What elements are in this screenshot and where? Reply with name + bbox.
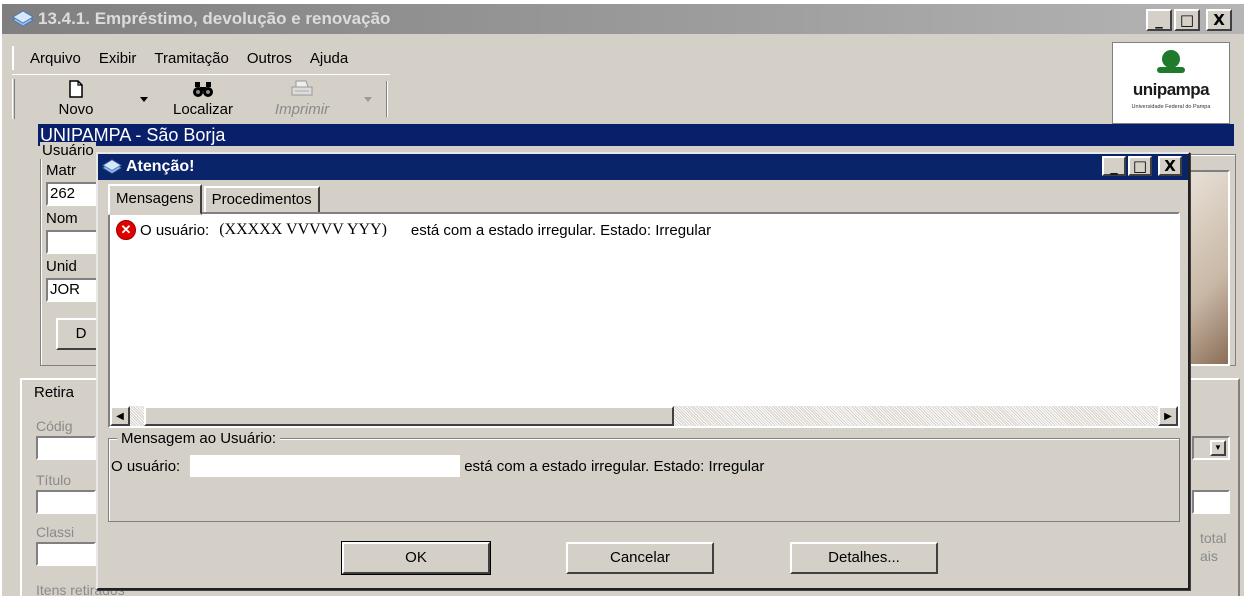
new-document-icon	[69, 80, 83, 98]
maximize-icon: □	[1132, 156, 1148, 175]
close-button[interactable]: X	[1206, 9, 1232, 31]
imprimir-dropdown-arrow[interactable]	[364, 97, 372, 102]
tais-label: ais	[1200, 548, 1218, 564]
scroll-right-button[interactable]: ▶	[1158, 406, 1178, 426]
dialog-minimize-button[interactable]: _	[1102, 156, 1126, 176]
message-prefix: O usuário:	[140, 221, 210, 239]
logo-subtitle: Universidade Federal do Pampa	[1131, 104, 1211, 110]
books-app-icon	[12, 10, 34, 27]
details-button[interactable]: Detalhes...	[790, 542, 938, 574]
redacted-user-name	[190, 455, 461, 477]
titulo-input[interactable]	[36, 490, 96, 514]
localizar-label: Localizar	[172, 101, 234, 118]
attention-dialog: Atenção! _ □ X Mensagens Procedimentos ✕…	[96, 152, 1190, 590]
menubar: Arquivo Exibir Tramitação Outros Ajuda	[12, 46, 350, 70]
usuario-legend: Usuário	[40, 142, 96, 159]
dialog-close-button[interactable]: X	[1158, 156, 1182, 176]
localizar-button[interactable]: Localizar	[158, 79, 248, 118]
matricula-label: Matr	[46, 162, 76, 179]
dialog-window-controls: _ □ X	[1102, 156, 1182, 176]
classificacao-input[interactable]	[36, 542, 96, 566]
dialog-maximize-button[interactable]: □	[1128, 156, 1152, 176]
unit-bar: UNIPAMPA - São Borja	[38, 124, 1234, 146]
retirada-tab[interactable]: Retira	[32, 384, 77, 401]
tree-logo-icon	[1157, 50, 1185, 73]
total-label: total	[1200, 530, 1227, 546]
ok-button[interactable]: OK	[341, 541, 491, 575]
imprimir-label: Imprimir	[274, 101, 330, 118]
maximize-button[interactable]: □	[1174, 9, 1200, 31]
message-row[interactable]: ✕ O usuário: (XXXXX VVVVV YYY) está com …	[116, 220, 711, 240]
imprimir-button[interactable]: Imprimir	[262, 79, 342, 118]
messages-list[interactable]: ✕ O usuário: (XXXXX VVVVV YYY) está com …	[108, 212, 1180, 428]
close-icon: X	[1164, 156, 1176, 175]
unidade-input[interactable]: JOR	[46, 278, 102, 302]
main-window-title: 13.4.1. Empréstimo, devolução e renovaçã…	[38, 9, 391, 28]
novo-dropdown-arrow[interactable]	[140, 97, 148, 102]
minimize-icon: _	[1155, 10, 1163, 29]
user-message-legend: Mensagem ao Usuário:	[117, 430, 281, 447]
matricula-input[interactable]: 262	[46, 182, 102, 206]
titulo-label: Título	[36, 472, 72, 488]
cancel-button[interactable]: Cancelar	[566, 542, 714, 574]
close-icon: X	[1213, 10, 1225, 29]
dialog-title: Atenção!	[126, 158, 195, 175]
user-message-suffix: está com a estado irregular. Estado: Irr…	[464, 457, 765, 475]
bg-field-right[interactable]	[1192, 490, 1230, 514]
menu-tramitacao[interactable]: Tramitação	[152, 50, 230, 67]
user-message-group: Mensagem ao Usuário: O usuário: está com…	[108, 430, 1180, 522]
logo-word: unipampa	[1132, 80, 1210, 99]
codigo-input[interactable]	[36, 436, 96, 460]
menu-exibir[interactable]: Exibir	[97, 50, 139, 67]
scroll-thumb[interactable]	[144, 406, 674, 426]
toolbar-grip[interactable]	[12, 79, 15, 119]
printer-icon	[291, 80, 313, 96]
codigo-label: Códig	[36, 418, 73, 434]
dialog-titlebar: Atenção! _ □ X	[98, 154, 1188, 180]
message-suffix: está com a estado irregular. Estado: Irr…	[410, 221, 712, 239]
main-titlebar: 13.4.1. Empréstimo, devolução e renovaçã…	[2, 4, 1244, 34]
horizontal-scrollbar[interactable]: ◀ ▶	[110, 406, 1178, 426]
nome-input[interactable]	[46, 230, 102, 254]
bg-combo[interactable]: ▼	[1192, 436, 1230, 460]
classificacao-label: Classi	[36, 524, 75, 540]
binoculars-icon	[193, 82, 213, 97]
main-window-controls: _ □ X	[1146, 9, 1232, 31]
menu-outros[interactable]: Outros	[245, 50, 294, 67]
menu-arquivo[interactable]: Arquivo	[28, 50, 83, 67]
minimize-icon: _	[1110, 156, 1118, 175]
arrow-left-icon: ◀	[116, 410, 124, 422]
dialog-tabs: Mensagens Procedimentos	[108, 184, 320, 215]
unidade-label: Unid	[46, 258, 77, 275]
nome-label: Nom	[46, 210, 78, 227]
arrow-right-icon: ▶	[1164, 410, 1172, 422]
scroll-left-button[interactable]: ◀	[110, 406, 130, 426]
menu-ajuda[interactable]: Ajuda	[308, 50, 350, 67]
user-message-prefix: O usuário:	[111, 457, 181, 475]
minimize-button[interactable]: _	[1146, 9, 1172, 31]
toolbar: Novo Localizar Imprimir	[12, 74, 390, 122]
tab-procedimentos[interactable]: Procedimentos	[203, 186, 320, 215]
toolbar-separator	[386, 81, 388, 117]
novo-button[interactable]: Novo	[46, 79, 106, 118]
message-user-name: (XXXXX VVVVV YYY)	[219, 221, 387, 238]
error-icon: ✕	[116, 220, 136, 240]
unipampa-logo: unipampa Universidade Federal do Pampa	[1112, 42, 1230, 124]
books-app-icon	[102, 159, 122, 174]
chevron-down-icon: ▼	[1210, 440, 1226, 456]
user-message-text: O usuário: está com a estado irregular. …	[111, 455, 764, 477]
tab-mensagens[interactable]: Mensagens	[108, 184, 202, 215]
novo-label: Novo	[58, 101, 94, 118]
maximize-icon: □	[1179, 10, 1195, 29]
